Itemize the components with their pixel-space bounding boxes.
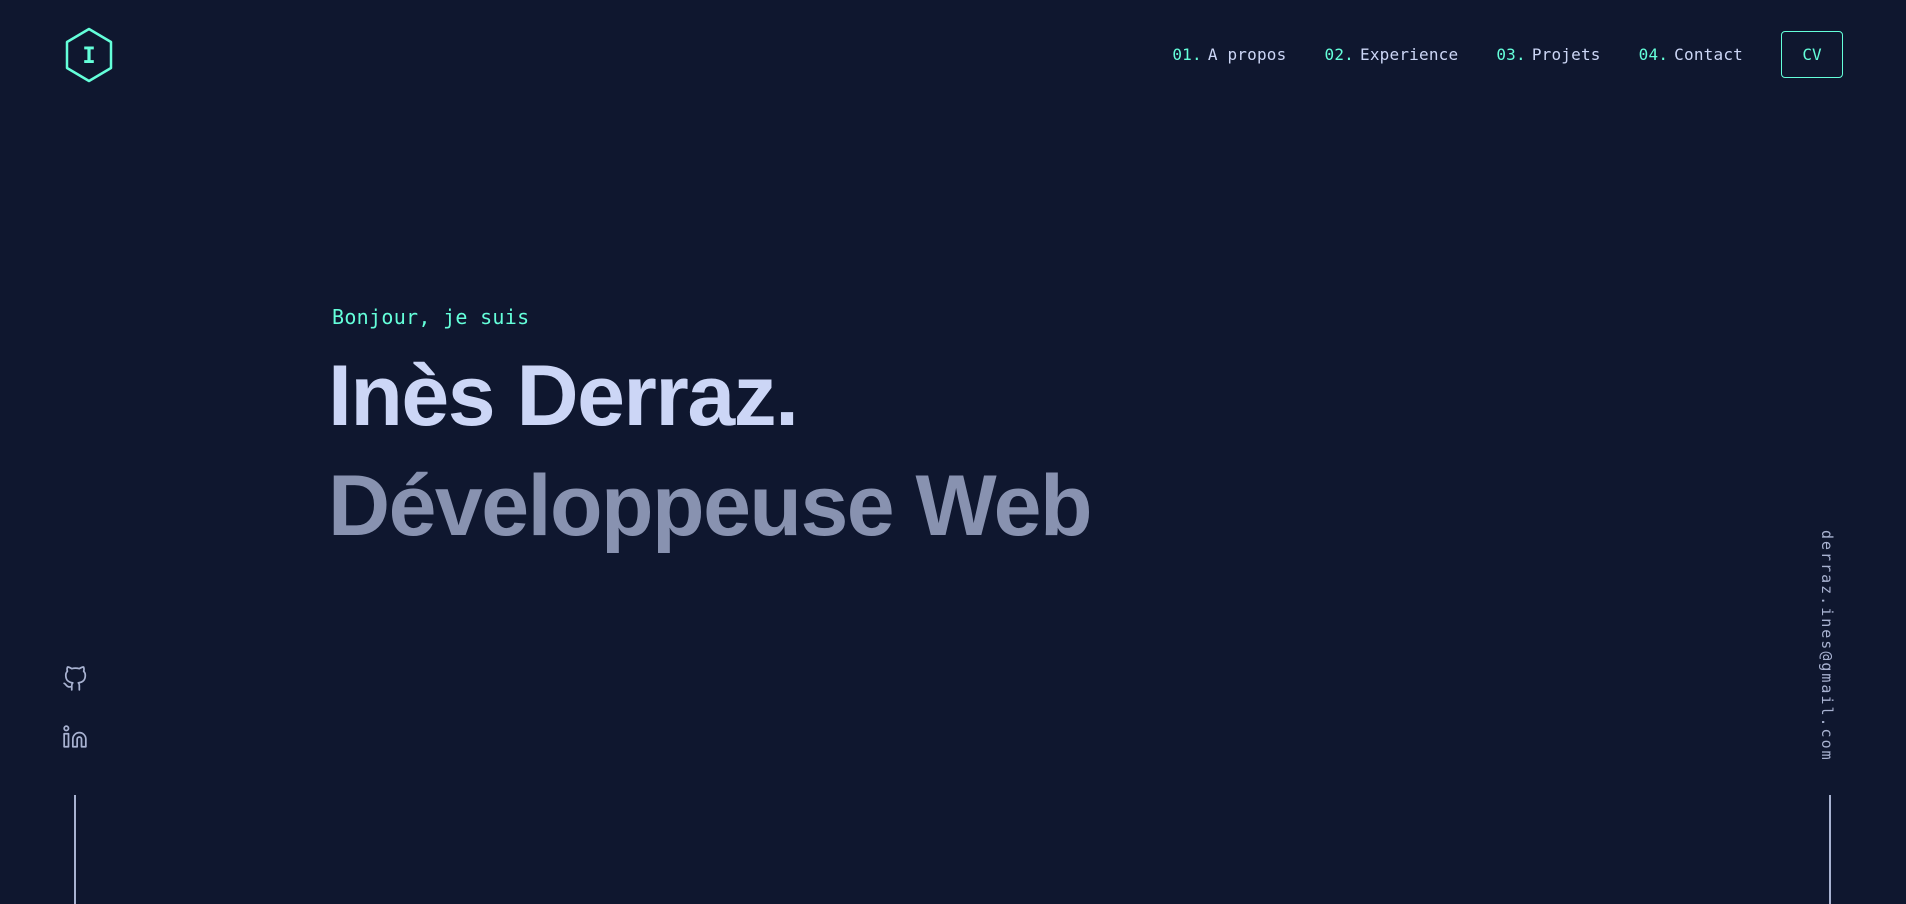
nav-item-a-propos[interactable]: 01. A propos — [1172, 45, 1286, 64]
hero-role: Développeuse Web — [328, 458, 1092, 554]
left-vertical-line — [74, 795, 76, 904]
github-icon — [63, 666, 87, 691]
nav-label: Contact — [1674, 45, 1743, 64]
nav-number: 02. — [1324, 45, 1354, 64]
main-nav: 01. A propos 02. Experience 03. Projets 04.… — [1172, 31, 1843, 78]
cv-button[interactable]: CV — [1781, 31, 1843, 78]
nav-number: 04. — [1638, 45, 1669, 64]
hero-greeting: Bonjour, je suis — [332, 305, 530, 329]
nav-label: A propos — [1207, 45, 1287, 64]
nav-item-contact[interactable]: 04. Contact — [1639, 45, 1743, 64]
hexagon-logo-icon: I — [65, 27, 113, 83]
hero-name: Inès Derraz. — [328, 348, 799, 444]
nav-label: Projets — [1531, 45, 1601, 64]
email-sidebar: derraz.ines@gmail.com — [1812, 530, 1846, 762]
logo[interactable]: I — [64, 27, 114, 83]
github-link[interactable] — [62, 666, 88, 692]
nav-number: 01. — [1172, 45, 1202, 64]
nav-item-experience[interactable]: 02. Experience — [1324, 45, 1458, 64]
hero-section: Bonjour, je suis Inès Derraz. Développeu… — [328, 305, 1092, 561]
email-link[interactable]: derraz.ines@gmail.com — [1818, 530, 1836, 762]
linkedin-icon — [63, 725, 87, 748]
right-vertical-line — [1829, 795, 1831, 904]
nav-label: Experience — [1359, 45, 1459, 64]
nav-item-projets[interactable]: 03. Projets — [1496, 45, 1600, 64]
logo-letter: I — [82, 44, 95, 69]
nav-number: 03. — [1496, 45, 1526, 64]
social-links — [62, 666, 88, 782]
linkedin-link[interactable] — [62, 724, 88, 750]
